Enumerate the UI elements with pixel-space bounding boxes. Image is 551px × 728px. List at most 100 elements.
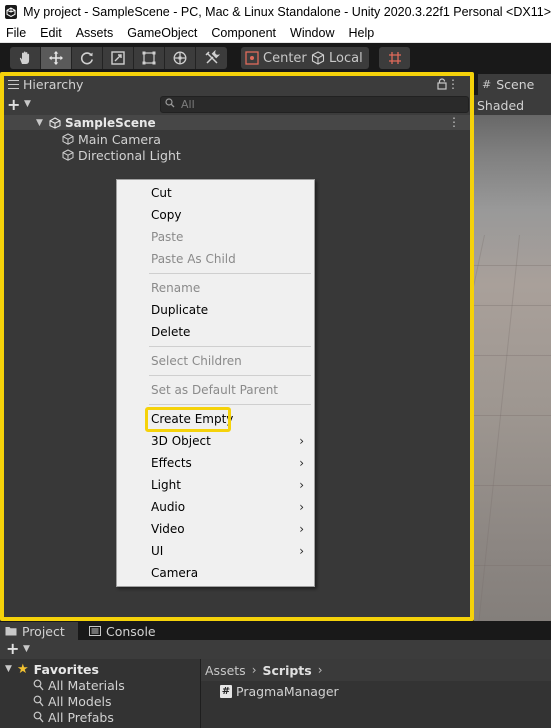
grid-snap-icon bbox=[388, 51, 402, 65]
menu-item-paste-as-child: Paste As Child bbox=[151, 252, 236, 266]
move-tool-icon[interactable] bbox=[41, 47, 72, 69]
breadcrumb-assets[interactable]: Assets bbox=[205, 663, 246, 678]
scene-viewport[interactable] bbox=[474, 115, 551, 621]
asset-item-pragmamanager[interactable]: # PragmaManager bbox=[201, 683, 551, 699]
submenu-arrow-icon: › bbox=[299, 544, 304, 558]
pivot-center-toggle[interactable]: Center bbox=[241, 47, 313, 69]
menu-item-effects[interactable]: Effects › bbox=[117, 452, 314, 474]
favorites-item-all-prefabs[interactable]: All Prefabs bbox=[0, 709, 200, 725]
menu-item-3d-object[interactable]: 3D Object › bbox=[117, 430, 314, 452]
menu-item-camera[interactable]: Camera bbox=[117, 562, 314, 584]
star-icon: ★ bbox=[17, 661, 29, 677]
menu-item-delete[interactable]: Delete bbox=[117, 321, 314, 343]
menu-item-paste: Paste bbox=[151, 230, 184, 244]
hierarchy-tab-label: Hierarchy bbox=[23, 77, 84, 92]
hierarchy-search-input[interactable]: All bbox=[160, 96, 469, 113]
favorites-item-all-models[interactable]: All Models bbox=[0, 693, 200, 709]
menu-item-light[interactable]: Light › bbox=[117, 474, 314, 496]
breadcrumb: Assets › Scripts › bbox=[201, 659, 551, 681]
favorites-header[interactable]: ▼ ★ Favorites bbox=[0, 661, 200, 677]
scene-row[interactable]: ▼ SampleScene ⋮ bbox=[3, 115, 473, 130]
scale-tool-icon[interactable] bbox=[103, 47, 134, 69]
menu-assets[interactable]: Assets bbox=[69, 26, 121, 40]
scene-tab-label: Scene bbox=[496, 77, 535, 92]
scene-tab[interactable]: # Scene bbox=[478, 74, 551, 95]
csharp-script-icon: # bbox=[220, 684, 232, 698]
hierarchy-tab[interactable]: Hierarchy ⋮ bbox=[3, 74, 473, 95]
rotate-tool-icon[interactable] bbox=[72, 47, 103, 69]
submenu-arrow-icon: › bbox=[299, 456, 304, 470]
space-label: Local bbox=[329, 50, 363, 66]
create-plus-icon[interactable]: + bbox=[7, 95, 20, 114]
menu-edit[interactable]: Edit bbox=[33, 26, 69, 40]
pivot-space-toggle[interactable]: Local bbox=[307, 47, 369, 69]
custom-tool-icon[interactable] bbox=[196, 47, 227, 69]
rect-tool-icon[interactable] bbox=[134, 47, 165, 69]
expand-arrow-icon[interactable]: ▼ bbox=[5, 664, 17, 674]
gameobject-label: Directional Light bbox=[78, 147, 181, 163]
main-toolbar: Center Local bbox=[0, 43, 551, 72]
asset-label: PragmaManager bbox=[236, 683, 339, 699]
search-icon bbox=[165, 98, 175, 111]
submenu-arrow-icon: › bbox=[299, 434, 304, 448]
favorites-item-label: All Models bbox=[48, 693, 112, 709]
search-icon bbox=[33, 695, 44, 707]
menu-help[interactable]: Help bbox=[341, 26, 381, 40]
hand-tool-icon[interactable] bbox=[10, 47, 41, 69]
breadcrumb-scripts[interactable]: Scripts bbox=[263, 663, 312, 678]
submenu-arrow-icon: › bbox=[299, 522, 304, 536]
pivot-icon bbox=[245, 51, 259, 65]
grid-snap-button[interactable] bbox=[379, 47, 410, 69]
gameobject-cube-icon bbox=[62, 133, 74, 145]
unity-logo-icon bbox=[5, 4, 18, 19]
hierarchy-toolbar: + ▼ All bbox=[3, 95, 473, 115]
console-icon bbox=[89, 626, 101, 636]
menu-component[interactable]: Component bbox=[204, 26, 283, 40]
pivot-label: Center bbox=[263, 50, 307, 66]
menu-item-create-empty[interactable]: Create Empty bbox=[117, 408, 314, 430]
hierarchy-menu-kebab-icon[interactable]: ⋮ bbox=[447, 77, 459, 91]
favorites-label: Favorites bbox=[33, 661, 99, 677]
hierarchy-item-directional-light[interactable]: Directional Light bbox=[3, 147, 473, 163]
gameobject-cube-icon bbox=[62, 149, 74, 161]
project-toolbar: + ▼ bbox=[0, 639, 551, 659]
unity-scene-icon bbox=[49, 116, 61, 129]
menu-item-copy[interactable]: Copy bbox=[117, 204, 314, 226]
folder-icon bbox=[5, 626, 17, 636]
breadcrumb-arrow-icon: › bbox=[317, 663, 323, 677]
create-dropdown-caret-icon[interactable]: ▼ bbox=[24, 99, 31, 109]
search-placeholder: All bbox=[181, 98, 195, 111]
menu-file[interactable]: File bbox=[0, 26, 33, 40]
project-create-caret-icon[interactable]: ▼ bbox=[23, 644, 30, 654]
menu-item-audio[interactable]: Audio › bbox=[117, 496, 314, 518]
scene-menu-kebab-icon[interactable]: ⋮ bbox=[448, 115, 460, 129]
scene-panel: # Scene Shaded bbox=[474, 72, 551, 621]
project-create-plus-icon[interactable]: + bbox=[6, 639, 19, 658]
gameobject-label: Main Camera bbox=[78, 131, 161, 147]
tab-console[interactable]: Console bbox=[84, 622, 164, 640]
menu-item-duplicate[interactable]: Duplicate bbox=[117, 299, 314, 321]
favorites-panel: ▼ ★ Favorites All Materials All Models A… bbox=[0, 659, 200, 728]
menu-item-video[interactable]: Video › bbox=[117, 518, 314, 540]
tab-project[interactable]: Project bbox=[0, 622, 78, 640]
hierarchy-item-main-camera[interactable]: Main Camera bbox=[3, 131, 473, 147]
bottom-tab-bar: Project Console bbox=[0, 621, 551, 640]
tab-project-label: Project bbox=[22, 623, 65, 639]
favorites-item-all-materials[interactable]: All Materials bbox=[0, 677, 200, 693]
menu-bar: File Edit Assets GameObject Component Wi… bbox=[0, 23, 551, 43]
menu-item-cut[interactable]: Cut bbox=[117, 182, 314, 204]
expand-arrow-icon[interactable]: ▼ bbox=[36, 118, 46, 128]
shading-mode-dropdown[interactable]: Shaded bbox=[477, 98, 524, 113]
menu-item-set-default-parent: Set as Default Parent bbox=[151, 383, 279, 397]
menu-item-ui[interactable]: UI › bbox=[117, 540, 314, 562]
menu-gameobject[interactable]: GameObject bbox=[120, 26, 204, 40]
assets-panel: Assets › Scripts › # PragmaManager bbox=[200, 659, 551, 728]
menu-window[interactable]: Window bbox=[283, 26, 341, 40]
favorites-item-label: All Prefabs bbox=[48, 709, 114, 725]
lock-icon[interactable] bbox=[437, 78, 447, 93]
menu-item-select-children: Select Children bbox=[151, 354, 242, 368]
menu-separator bbox=[149, 273, 311, 274]
transform-tool-icon[interactable] bbox=[165, 47, 196, 69]
menu-separator bbox=[149, 404, 311, 405]
menu-separator bbox=[149, 375, 311, 376]
